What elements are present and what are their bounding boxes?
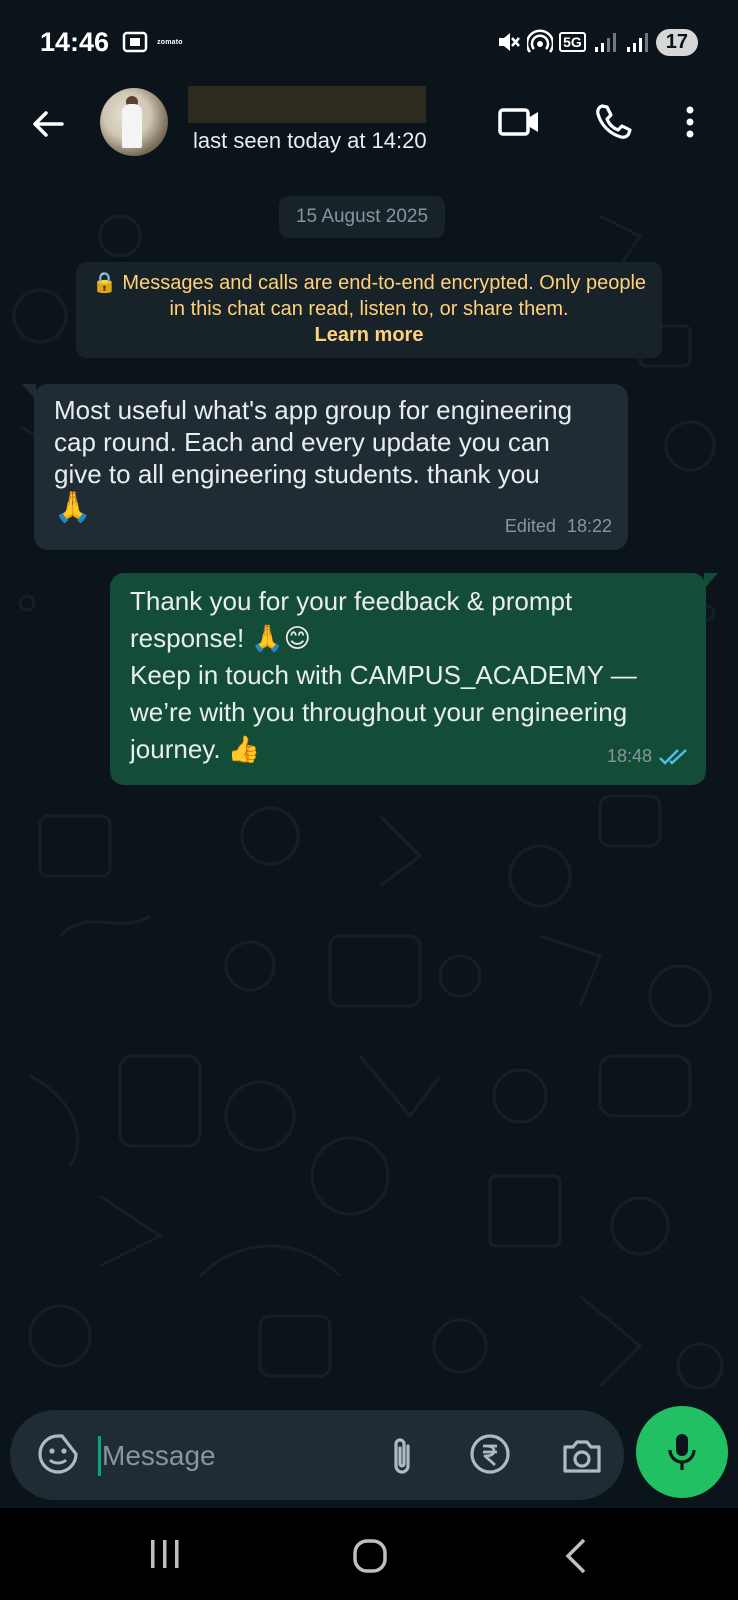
back-button[interactable] bbox=[26, 102, 70, 146]
contact-name-redacted[interactable] bbox=[188, 86, 426, 123]
contact-avatar[interactable] bbox=[100, 88, 168, 156]
battery-indicator: 17 bbox=[655, 28, 698, 56]
outgoing-message-time: 18:48 bbox=[606, 746, 652, 766]
rupee-icon bbox=[470, 1434, 510, 1474]
outgoing-message[interactable]: Thank you for your feedback & prompt res… bbox=[110, 573, 718, 785]
status-bar: 14:46 zomato 5G 17 bbox=[0, 0, 738, 84]
outgoing-message-meta: 18:48 bbox=[607, 738, 690, 775]
outgoing-message-line: Keep in touch with CAMPUS_ACADEMY — bbox=[130, 660, 637, 690]
recent-apps-icon bbox=[151, 1540, 179, 1568]
encryption-notice[interactable]: 🔒 Messages and calls are end-to-end encr… bbox=[76, 262, 662, 358]
outgoing-message-line: response! 🙏😊 bbox=[130, 623, 311, 653]
incoming-message-line: Most useful what's app group for enginee… bbox=[54, 395, 573, 425]
incoming-message-meta: Edited 18:22 bbox=[505, 510, 612, 542]
voice-record-button[interactable] bbox=[636, 1406, 728, 1498]
paperclip-icon bbox=[394, 1438, 410, 1474]
home-icon bbox=[353, 1539, 387, 1573]
recent-apps-button[interactable] bbox=[148, 1538, 182, 1575]
sticker-icon bbox=[38, 1434, 78, 1474]
camera-button[interactable] bbox=[560, 1434, 604, 1483]
learn-more-link[interactable]: Learn more bbox=[90, 322, 648, 348]
screenshot-icon bbox=[122, 31, 148, 53]
incoming-message-time: 18:22 bbox=[566, 516, 612, 536]
camera-icon bbox=[563, 1440, 601, 1473]
mute-icon bbox=[499, 33, 521, 51]
status-left-icons: zomato bbox=[121, 28, 183, 56]
attach-button[interactable] bbox=[382, 1434, 422, 1483]
outgoing-message-line: Thank you for your feedback & prompt bbox=[130, 586, 573, 616]
lock-icon: 🔒 bbox=[91, 272, 117, 294]
phone-icon bbox=[596, 104, 632, 139]
incoming-message-line: give to all engineering students. thank … bbox=[54, 459, 540, 489]
sticker-button[interactable] bbox=[36, 1432, 80, 1481]
incoming-message[interactable]: Most useful what's app group for enginee… bbox=[22, 384, 628, 550]
back-chevron-icon bbox=[565, 1538, 586, 1574]
read-ticks-icon bbox=[659, 748, 687, 765]
network-5g-icon: 5G bbox=[559, 32, 586, 52]
signal-icon bbox=[594, 33, 616, 52]
payment-button[interactable] bbox=[468, 1432, 512, 1481]
outgoing-message-line: we’re with you throughout your engineeri… bbox=[130, 697, 628, 727]
incoming-message-line: cap round. Each and every update you can bbox=[54, 427, 550, 457]
status-right-icons: 5G 17 bbox=[495, 28, 698, 56]
more-options-button[interactable] bbox=[680, 102, 700, 147]
date-chip: 15 August 2025 bbox=[279, 196, 445, 238]
video-call-icon bbox=[498, 108, 538, 136]
encryption-notice-text: Messages and calls are end-to-end encryp… bbox=[122, 272, 647, 320]
home-button[interactable] bbox=[352, 1538, 388, 1579]
chat-header: last seen today at 14:20 bbox=[0, 84, 738, 176]
message-composer bbox=[10, 1410, 624, 1500]
edited-label: Edited bbox=[504, 516, 556, 536]
zomato-notification-label: zomato bbox=[157, 38, 183, 46]
outgoing-message-line: journey. 👍 bbox=[130, 734, 261, 764]
more-vertical-icon bbox=[686, 106, 694, 138]
video-call-button[interactable] bbox=[498, 102, 542, 147]
last-seen-status[interactable]: last seen today at 14:20 bbox=[193, 128, 427, 154]
microphone-icon bbox=[668, 1434, 696, 1470]
voice-call-button[interactable] bbox=[594, 102, 634, 147]
hotspot-icon bbox=[527, 29, 554, 53]
system-navbar bbox=[0, 1508, 738, 1600]
system-back-button[interactable] bbox=[562, 1536, 590, 1581]
chat-area[interactable]: 15 August 2025 🔒 Messages and calls are … bbox=[0, 176, 738, 1408]
arrow-left-icon bbox=[33, 111, 64, 137]
message-input[interactable] bbox=[102, 1434, 362, 1478]
signal-2-icon bbox=[626, 33, 648, 52]
doodle-wallpaper bbox=[12, 214, 724, 1390]
text-caret bbox=[98, 1436, 101, 1476]
status-time: 14:46 bbox=[40, 26, 110, 57]
